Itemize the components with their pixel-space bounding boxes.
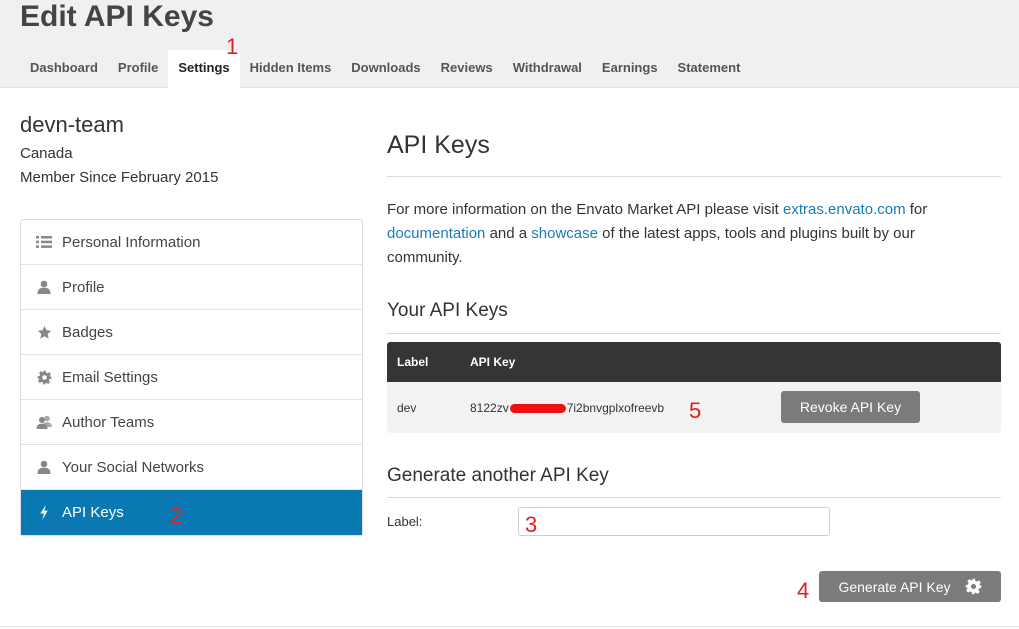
sidebar-item-email-settings[interactable]: Email Settings [21, 355, 362, 400]
sidebar-item-label: Personal Information [62, 233, 201, 251]
table-header: Label API Key [387, 342, 1001, 382]
username: devn-team [20, 112, 124, 137]
redaction-mark [509, 403, 566, 413]
divider [387, 176, 1001, 177]
tab-reviews[interactable]: Reviews [431, 50, 503, 88]
api-info-text: For more information on the Envato Marke… [387, 198, 987, 270]
team-icon [35, 413, 53, 431]
generate-key-title: Generate another API Key [387, 465, 609, 486]
annotation-1: 1 [226, 34, 239, 59]
tab-profile[interactable]: Profile [108, 50, 168, 88]
sidebar-item-label: Author Teams [62, 413, 155, 431]
page-title: Edit API Keys [20, 0, 214, 33]
sidebar-item-badges[interactable]: Badges [21, 310, 362, 355]
sidebar-item-api-keys[interactable]: API Keys [21, 490, 362, 535]
your-api-keys-title: Your API Keys [387, 300, 508, 321]
info-text: for [905, 201, 928, 218]
annotation-3: 3 [525, 512, 538, 537]
column-header-api-key: API Key [470, 355, 516, 369]
sidebar-item-author-teams[interactable]: Author Teams [21, 400, 362, 445]
member-since: Member Since February 2015 [20, 169, 219, 186]
generate-api-key-button[interactable]: Generate API Key [819, 571, 1001, 602]
sidebar-item-social-networks[interactable]: Your Social Networks [21, 445, 362, 490]
annotation-4: 4 [797, 578, 810, 603]
revoke-api-key-button[interactable]: Revoke API Key [781, 391, 920, 423]
documentation-link[interactable]: documentation [387, 225, 485, 242]
divider [0, 626, 1019, 627]
page-header: Edit API Keys Dashboard Profile Settings… [0, 0, 1019, 88]
sidebar-item-label: Your Social Networks [62, 458, 205, 476]
tab-bar: Dashboard Profile Settings Hidden Items … [20, 50, 750, 88]
label-field-label: Label: [387, 514, 423, 529]
sidebar-item-personal-information[interactable]: Personal Information [21, 220, 362, 265]
api-key-value: 8122zv 7i2bnvgplxofreevb [470, 401, 664, 415]
user-icon [35, 458, 53, 476]
info-text: and a [485, 225, 532, 242]
divider [387, 333, 1001, 334]
user-icon [35, 278, 53, 296]
label-input[interactable] [518, 507, 830, 536]
info-text: For more information on the Envato Marke… [387, 201, 784, 218]
country: Canada [20, 145, 73, 162]
tab-earnings[interactable]: Earnings [592, 50, 668, 88]
gear-icon [35, 368, 53, 386]
sidebar-item-label: Email Settings [62, 368, 158, 386]
showcase-link[interactable]: showcase [531, 225, 598, 242]
tab-downloads[interactable]: Downloads [341, 50, 430, 88]
api-key-suffix: 7i2bnvgplxofreevb [566, 400, 665, 415]
gear-icon [965, 578, 982, 595]
tab-hidden-items[interactable]: Hidden Items [240, 50, 342, 88]
extras-link[interactable]: extras.envato.com [783, 201, 906, 218]
sidebar-item-label: API Keys [62, 504, 124, 521]
generate-button-label: Generate API Key [838, 578, 951, 595]
settings-sidebar: Personal Information Profile Badges Emai… [20, 219, 363, 536]
star-icon [35, 323, 53, 341]
sidebar-item-label: Profile [62, 278, 105, 296]
section-title: API Keys [387, 131, 490, 159]
annotation-5: 5 [689, 398, 702, 423]
tab-dashboard[interactable]: Dashboard [20, 50, 108, 88]
tab-statement[interactable]: Statement [668, 50, 751, 88]
annotation-2: 2 [170, 503, 183, 528]
key-label: dev [397, 400, 417, 415]
list-icon [35, 233, 53, 251]
column-header-label: Label [397, 355, 429, 369]
sidebar-item-label: Badges [62, 323, 113, 341]
tab-withdrawal[interactable]: Withdrawal [503, 50, 592, 88]
sidebar-item-profile[interactable]: Profile [21, 265, 362, 310]
bolt-icon [35, 504, 53, 522]
divider [387, 497, 1001, 498]
api-key-prefix: 8122zv [470, 400, 509, 415]
